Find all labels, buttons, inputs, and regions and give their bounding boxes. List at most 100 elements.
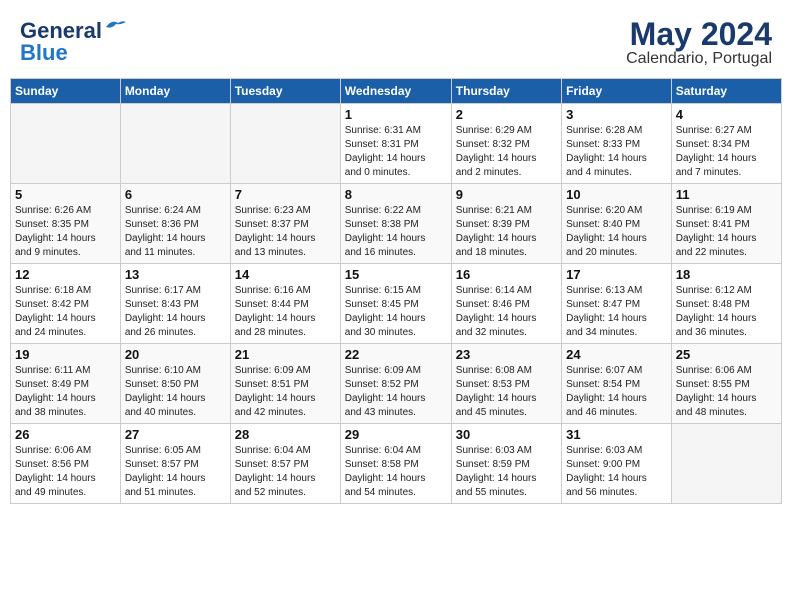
calendar-cell: 8 Sunrise: 6:22 AM Sunset: 8:38 PM Daylig… (340, 184, 451, 264)
day-info: Sunrise: 6:06 AM Sunset: 8:55 PM Dayligh… (676, 364, 777, 420)
calendar-week-row: 1 Sunrise: 6:31 AM Sunset: 8:31 PM Daylig… (11, 104, 782, 184)
day-info: Sunrise: 6:10 AM Sunset: 8:50 PM Dayligh… (125, 364, 226, 420)
calendar-cell: 31Sunrise: 6:03 AM Sunset: 9:00 PM Dayli… (562, 424, 672, 504)
calendar-cell: 18 Sunrise: 6:12 AM Sunset: 8:48 PM Dayli… (671, 264, 781, 344)
page-header: General Blue May 2024 Calendario, Portug… (10, 10, 782, 72)
day-number: 9 (456, 187, 557, 202)
calendar-cell: 9 Sunrise: 6:21 AM Sunset: 8:39 PM Daylig… (451, 184, 561, 264)
day-info: Sunrise: 6:23 AM Sunset: 8:37 PM Dayligh… (235, 204, 336, 260)
location-subtitle: Calendario, Portugal (626, 50, 772, 68)
day-info: Sunrise: 6:17 AM Sunset: 8:43 PM Dayligh… (125, 284, 226, 340)
day-info: Sunrise: 6:09 AM Sunset: 8:52 PM Dayligh… (345, 364, 447, 420)
calendar-week-row: 26Sunrise: 6:06 AM Sunset: 8:56 PM Dayli… (11, 424, 782, 504)
day-number: 6 (125, 187, 226, 202)
day-number: 15 (345, 267, 447, 282)
day-info: Sunrise: 6:09 AM Sunset: 8:51 PM Dayligh… (235, 364, 336, 420)
day-number: 7 (235, 187, 336, 202)
day-number: 25 (676, 347, 777, 362)
calendar-cell: 11Sunrise: 6:19 AM Sunset: 8:41 PM Dayli… (671, 184, 781, 264)
column-header-sunday: Sunday (11, 79, 121, 104)
day-info: Sunrise: 6:12 AM Sunset: 8:48 PM Dayligh… (676, 284, 777, 340)
calendar-cell: 7 Sunrise: 6:23 AM Sunset: 8:37 PM Daylig… (230, 184, 340, 264)
day-number: 1 (345, 107, 447, 122)
day-info: Sunrise: 6:21 AM Sunset: 8:39 PM Dayligh… (456, 204, 557, 260)
column-header-friday: Friday (562, 79, 672, 104)
day-number: 27 (125, 427, 226, 442)
day-number: 28 (235, 427, 336, 442)
calendar-cell (230, 104, 340, 184)
day-info: Sunrise: 6:28 AM Sunset: 8:33 PM Dayligh… (566, 124, 667, 180)
day-info: Sunrise: 6:03 AM Sunset: 9:00 PM Dayligh… (566, 444, 667, 500)
day-number: 2 (456, 107, 557, 122)
calendar-cell: 13 Sunrise: 6:17 AM Sunset: 8:43 PM Dayli… (120, 264, 230, 344)
day-number: 3 (566, 107, 667, 122)
day-number: 10 (566, 187, 667, 202)
calendar-cell: 3 Sunrise: 6:28 AM Sunset: 8:33 PM Daylig… (562, 104, 672, 184)
calendar-cell: 17Sunrise: 6:13 AM Sunset: 8:47 PM Dayli… (562, 264, 672, 344)
calendar-table: SundayMondayTuesdayWednesdayThursdayFrid… (10, 78, 782, 504)
calendar-cell: 4 Sunrise: 6:27 AM Sunset: 8:34 PM Daylig… (671, 104, 781, 184)
day-number: 12 (15, 267, 116, 282)
calendar-cell: 19 Sunrise: 6:11 AM Sunset: 8:49 PM Dayli… (11, 344, 121, 424)
calendar-week-row: 19 Sunrise: 6:11 AM Sunset: 8:49 PM Dayli… (11, 344, 782, 424)
day-info: Sunrise: 6:24 AM Sunset: 8:36 PM Dayligh… (125, 204, 226, 260)
calendar-cell: 16Sunrise: 6:14 AM Sunset: 8:46 PM Dayli… (451, 264, 561, 344)
day-info: Sunrise: 6:22 AM Sunset: 8:38 PM Dayligh… (345, 204, 447, 260)
day-number: 23 (456, 347, 557, 362)
column-header-tuesday: Tuesday (230, 79, 340, 104)
column-header-thursday: Thursday (451, 79, 561, 104)
calendar-cell: 14Sunrise: 6:16 AM Sunset: 8:44 PM Dayli… (230, 264, 340, 344)
month-title: May 2024 (626, 18, 772, 50)
day-info: Sunrise: 6:06 AM Sunset: 8:56 PM Dayligh… (15, 444, 116, 500)
logo-bird-icon (104, 19, 126, 35)
column-header-saturday: Saturday (671, 79, 781, 104)
day-info: Sunrise: 6:04 AM Sunset: 8:58 PM Dayligh… (345, 444, 447, 500)
day-number: 8 (345, 187, 447, 202)
calendar-cell: 29 Sunrise: 6:04 AM Sunset: 8:58 PM Dayli… (340, 424, 451, 504)
day-info: Sunrise: 6:03 AM Sunset: 8:59 PM Dayligh… (456, 444, 557, 500)
calendar-cell: 12Sunrise: 6:18 AM Sunset: 8:42 PM Dayli… (11, 264, 121, 344)
day-number: 13 (125, 267, 226, 282)
day-info: Sunrise: 6:27 AM Sunset: 8:34 PM Dayligh… (676, 124, 777, 180)
calendar-cell: 1 Sunrise: 6:31 AM Sunset: 8:31 PM Daylig… (340, 104, 451, 184)
day-info: Sunrise: 6:05 AM Sunset: 8:57 PM Dayligh… (125, 444, 226, 500)
column-header-monday: Monday (120, 79, 230, 104)
day-number: 19 (15, 347, 116, 362)
calendar-cell: 28Sunrise: 6:04 AM Sunset: 8:57 PM Dayli… (230, 424, 340, 504)
day-number: 5 (15, 187, 116, 202)
calendar-cell: 23 Sunrise: 6:08 AM Sunset: 8:53 PM Dayli… (451, 344, 561, 424)
logo: General Blue (20, 18, 126, 66)
calendar-cell: 2Sunrise: 6:29 AM Sunset: 8:32 PM Daylig… (451, 104, 561, 184)
day-number: 22 (345, 347, 447, 362)
day-info: Sunrise: 6:14 AM Sunset: 8:46 PM Dayligh… (456, 284, 557, 340)
calendar-cell: 30 Sunrise: 6:03 AM Sunset: 8:59 PM Dayli… (451, 424, 561, 504)
day-info: Sunrise: 6:16 AM Sunset: 8:44 PM Dayligh… (235, 284, 336, 340)
calendar-cell: 6 Sunrise: 6:24 AM Sunset: 8:36 PM Daylig… (120, 184, 230, 264)
calendar-cell: 21 Sunrise: 6:09 AM Sunset: 8:51 PM Dayli… (230, 344, 340, 424)
calendar-cell: 20 Sunrise: 6:10 AM Sunset: 8:50 PM Dayli… (120, 344, 230, 424)
calendar-cell: 10 Sunrise: 6:20 AM Sunset: 8:40 PM Dayli… (562, 184, 672, 264)
column-header-wednesday: Wednesday (340, 79, 451, 104)
day-number: 24 (566, 347, 667, 362)
calendar-cell (120, 104, 230, 184)
day-number: 4 (676, 107, 777, 122)
day-info: Sunrise: 6:19 AM Sunset: 8:41 PM Dayligh… (676, 204, 777, 260)
day-info: Sunrise: 6:11 AM Sunset: 8:49 PM Dayligh… (15, 364, 116, 420)
calendar-week-row: 5Sunrise: 6:26 AM Sunset: 8:35 PM Daylig… (11, 184, 782, 264)
day-number: 20 (125, 347, 226, 362)
day-number: 30 (456, 427, 557, 442)
day-info: Sunrise: 6:08 AM Sunset: 8:53 PM Dayligh… (456, 364, 557, 420)
calendar-cell (11, 104, 121, 184)
day-info: Sunrise: 6:20 AM Sunset: 8:40 PM Dayligh… (566, 204, 667, 260)
calendar-cell: 24Sunrise: 6:07 AM Sunset: 8:54 PM Dayli… (562, 344, 672, 424)
calendar-cell: 27 Sunrise: 6:05 AM Sunset: 8:57 PM Dayli… (120, 424, 230, 504)
calendar-cell: 22 Sunrise: 6:09 AM Sunset: 8:52 PM Dayli… (340, 344, 451, 424)
day-info: Sunrise: 6:31 AM Sunset: 8:31 PM Dayligh… (345, 124, 447, 180)
calendar-cell: 25 Sunrise: 6:06 AM Sunset: 8:55 PM Dayli… (671, 344, 781, 424)
day-number: 29 (345, 427, 447, 442)
title-section: May 2024 Calendario, Portugal (626, 18, 772, 68)
day-number: 18 (676, 267, 777, 282)
calendar-week-row: 12Sunrise: 6:18 AM Sunset: 8:42 PM Dayli… (11, 264, 782, 344)
calendar-cell: 26Sunrise: 6:06 AM Sunset: 8:56 PM Dayli… (11, 424, 121, 504)
day-number: 21 (235, 347, 336, 362)
